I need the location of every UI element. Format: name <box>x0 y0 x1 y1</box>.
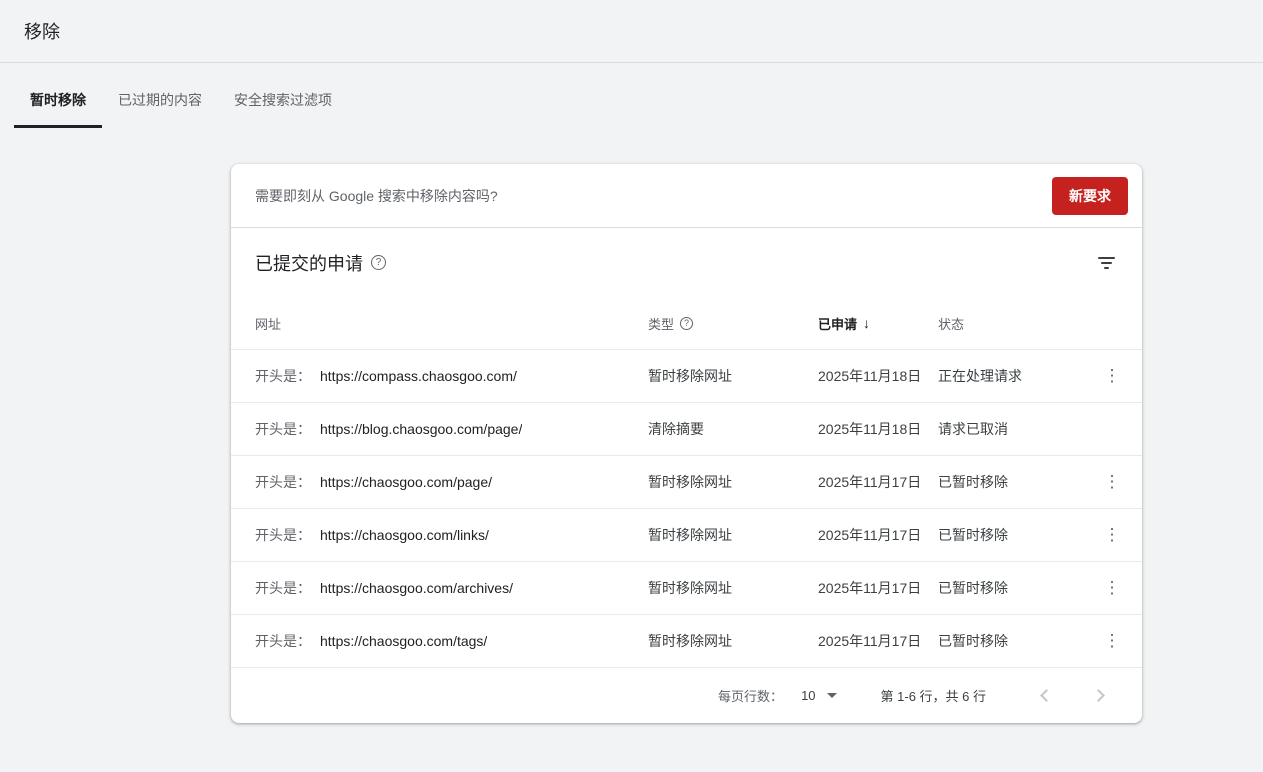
url-prefix: 开头是： <box>255 472 311 492</box>
next-page-button[interactable] <box>1088 684 1112 708</box>
kebab-icon: ⋮ <box>1104 578 1121 598</box>
type-cell: 暂时移除网址 <box>648 472 818 492</box>
row-menu-button[interactable]: ⋮ <box>1098 468 1126 496</box>
url-prefix: 开头是： <box>255 366 311 386</box>
row-menu-button[interactable]: ⋮ <box>1098 521 1126 549</box>
url-value: https://chaosgoo.com/tags/ <box>320 633 487 649</box>
requested-date-cell: 2025年11月17日 <box>818 578 938 598</box>
type-cell: 清除摘要 <box>648 419 818 439</box>
kebab-icon: ⋮ <box>1104 525 1121 545</box>
table-row: 开头是： https://compass.chaosgoo.com/ 暂时移除网… <box>231 349 1142 402</box>
chevron-left-icon <box>1040 689 1053 702</box>
url-prefix: 开头是： <box>255 578 311 598</box>
filter-icon[interactable] <box>1094 251 1118 275</box>
url-value: https://blog.chaosgoo.com/page/ <box>320 421 522 437</box>
status-cell: 已暂时移除 <box>938 472 1094 492</box>
tab-bar: 暂时移除 已过期的内容 安全搜索过滤项 <box>0 63 1263 128</box>
type-cell: 暂时移除网址 <box>648 525 818 545</box>
requested-date-cell: 2025年11月18日 <box>818 419 938 439</box>
status-cell: 已暂时移除 <box>938 525 1094 545</box>
type-help-icon[interactable]: ? <box>680 317 693 330</box>
dropdown-arrow-icon <box>827 693 837 698</box>
requested-date-cell: 2025年11月17日 <box>818 472 938 492</box>
url-cell: 开头是： https://compass.chaosgoo.com/ <box>255 366 648 386</box>
url-value: https://compass.chaosgoo.com/ <box>320 368 517 384</box>
column-header-type: 类型 ? <box>648 314 818 333</box>
requested-date-cell: 2025年11月17日 <box>818 525 938 545</box>
url-cell: 开头是： https://chaosgoo.com/page/ <box>255 472 648 492</box>
table-row: 开头是： https://chaosgoo.com/archives/ 暂时移除… <box>231 561 1142 614</box>
url-cell: 开头是： https://chaosgoo.com/archives/ <box>255 578 648 598</box>
rows-per-page-value: 10 <box>801 688 815 703</box>
url-value: https://chaosgoo.com/page/ <box>320 474 492 490</box>
tab-safesearch-filtering[interactable]: 安全搜索过滤项 <box>218 63 348 128</box>
type-cell: 暂时移除网址 <box>648 366 818 386</box>
new-request-button[interactable]: 新要求 <box>1052 177 1128 215</box>
url-prefix: 开头是： <box>255 525 311 545</box>
table-body: 开头是： https://compass.chaosgoo.com/ 暂时移除网… <box>231 349 1142 667</box>
rows-per-page-label: 每页行数： <box>718 686 783 705</box>
status-cell: 已暂时移除 <box>938 578 1094 598</box>
requested-date-cell: 2025年11月17日 <box>818 631 938 651</box>
pagination-range: 第 1-6 行，共 6 行 <box>881 686 986 705</box>
url-cell: 开头是： https://chaosgoo.com/links/ <box>255 525 648 545</box>
kebab-icon: ⋮ <box>1104 631 1121 651</box>
url-prefix: 开头是： <box>255 631 311 651</box>
removals-card: 需要即刻从 Google 搜索中移除内容吗? 新要求 已提交的申请 ? 网址 类… <box>231 164 1142 723</box>
status-cell: 已暂时移除 <box>938 631 1094 651</box>
status-cell: 正在处理请求 <box>938 366 1094 386</box>
submitted-requests-header: 已提交的申请 ? <box>231 228 1142 297</box>
url-value: https://chaosgoo.com/archives/ <box>320 580 513 596</box>
table-row: 开头是： https://blog.chaosgoo.com/page/ 清除摘… <box>231 402 1142 455</box>
kebab-icon: ⋮ <box>1104 472 1121 492</box>
url-cell: 开头是： https://chaosgoo.com/tags/ <box>255 631 648 651</box>
row-menu-button[interactable]: ⋮ <box>1098 574 1126 602</box>
help-icon[interactable]: ? <box>371 255 386 270</box>
status-cell: 请求已取消 <box>938 419 1094 439</box>
table-row: 开头是： https://chaosgoo.com/links/ 暂时移除网址 … <box>231 508 1142 561</box>
table-row: 开头是： https://chaosgoo.com/tags/ 暂时移除网址 2… <box>231 614 1142 667</box>
column-header-url: 网址 <box>255 314 648 333</box>
row-menu-button[interactable]: ⋮ <box>1098 362 1126 390</box>
tab-temporary-removals[interactable]: 暂时移除 <box>14 63 102 128</box>
table-header-row: 网址 类型 ? 已申请 ↓ 状态 <box>231 297 1142 349</box>
table-row: 开头是： https://chaosgoo.com/page/ 暂时移除网址 2… <box>231 455 1142 508</box>
pagination-bar: 每页行数： 10 第 1-6 行，共 6 行 <box>231 667 1142 723</box>
requested-date-cell: 2025年11月18日 <box>818 366 938 386</box>
new-request-bar: 需要即刻从 Google 搜索中移除内容吗? 新要求 <box>231 164 1142 228</box>
column-header-status: 状态 <box>938 314 1094 333</box>
rows-per-page-select[interactable]: 10 <box>801 688 836 703</box>
sort-desc-icon: ↓ <box>863 315 870 331</box>
url-value: https://chaosgoo.com/links/ <box>320 527 489 543</box>
page-header: 移除 <box>0 0 1263 63</box>
type-cell: 暂时移除网址 <box>648 631 818 651</box>
chevron-right-icon <box>1092 689 1105 702</box>
row-menu-button[interactable]: ⋮ <box>1098 627 1126 655</box>
new-request-question: 需要即刻从 Google 搜索中移除内容吗? <box>255 186 498 206</box>
column-header-requested[interactable]: 已申请 ↓ <box>818 314 938 333</box>
previous-page-button[interactable] <box>1032 684 1056 708</box>
kebab-icon: ⋮ <box>1104 366 1121 386</box>
page-title: 移除 <box>24 18 60 44</box>
url-prefix: 开头是： <box>255 419 311 439</box>
submitted-requests-title: 已提交的申请 <box>255 250 363 276</box>
tab-outdated-content[interactable]: 已过期的内容 <box>102 63 218 128</box>
url-cell: 开头是： https://blog.chaosgoo.com/page/ <box>255 419 648 439</box>
type-cell: 暂时移除网址 <box>648 578 818 598</box>
